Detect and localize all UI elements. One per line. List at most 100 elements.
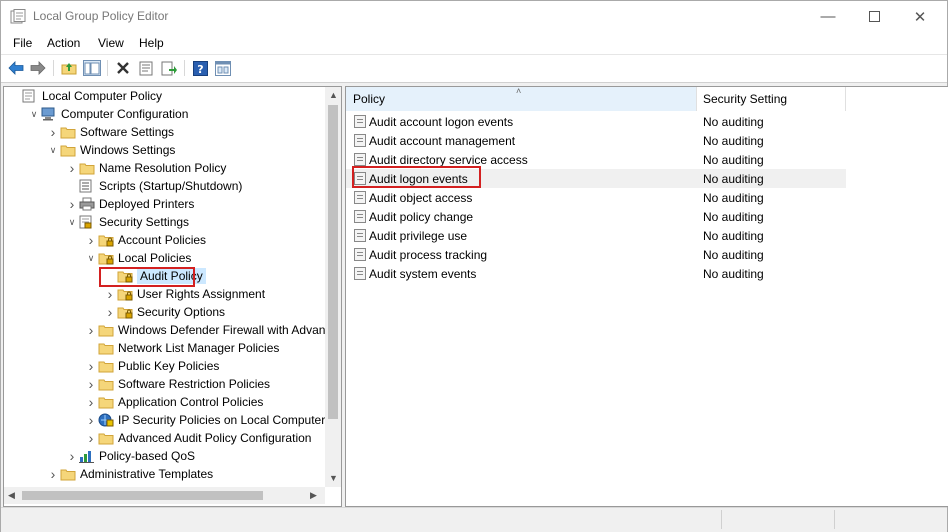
window-title: Local Group Policy Editor (33, 9, 169, 23)
tree-node-network-list-manager-policies[interactable]: Network List Manager Policies (84, 339, 279, 357)
tree-node-policy-based-qos[interactable]: › Policy-based QoS (65, 447, 195, 465)
security-icon (79, 215, 95, 229)
tree-node-security-settings[interactable]: ∨ Security Settings (65, 213, 189, 231)
collapse-chevron-icon[interactable]: ∨ (65, 217, 79, 228)
expand-chevron-icon[interactable]: › (84, 376, 98, 392)
expand-chevron-icon[interactable]: › (65, 160, 79, 176)
tree-node-label: Deployed Printers (99, 197, 195, 211)
group-policy-app-icon (10, 9, 26, 24)
toolbar-separator (107, 60, 108, 76)
minimize-button[interactable]: — (805, 1, 851, 32)
column-header-security-setting-label: Security Setting (703, 92, 788, 106)
forward-button[interactable] (29, 59, 47, 77)
policy-security-setting: No auditing (703, 191, 764, 205)
collapse-chevron-icon[interactable]: ∨ (46, 145, 60, 156)
tree-node-ip-security-policies-on-local-computer[interactable]: › IP Security Policies on Local Computer (84, 411, 326, 429)
column-header-policy[interactable]: Policy ˄ (346, 87, 697, 111)
policy-security-setting: No auditing (703, 267, 764, 281)
policy-doc-icon (22, 89, 38, 103)
policy-setting-icon (354, 267, 366, 280)
policy-security-setting: No auditing (703, 115, 764, 129)
export-list-icon (161, 61, 177, 75)
tree-node-software-restriction-policies[interactable]: › Software Restriction Policies (84, 375, 270, 393)
policy-row[interactable]: Audit policy change No auditing (346, 207, 846, 226)
collapse-chevron-icon[interactable]: ∨ (27, 109, 41, 120)
locked-folder-icon (98, 233, 114, 247)
expand-chevron-icon[interactable]: › (46, 466, 60, 482)
back-button[interactable] (7, 59, 25, 77)
expand-chevron-icon[interactable]: › (84, 430, 98, 446)
expand-chevron-icon[interactable]: › (65, 196, 79, 212)
policy-row[interactable]: Audit account management No auditing (346, 131, 846, 150)
expand-chevron-icon[interactable]: › (84, 412, 98, 428)
tree-node-windows-defender-firewall-with-advance[interactable]: › Windows Defender Firewall with Advance (84, 321, 338, 339)
expand-chevron-icon[interactable]: › (84, 322, 98, 338)
title-bar: Local Group Policy Editor — ✕ (1, 1, 947, 32)
policy-row[interactable]: Audit privilege use No auditing (346, 226, 846, 245)
expand-chevron-icon[interactable]: › (84, 358, 98, 374)
expand-chevron-icon[interactable]: › (46, 124, 60, 140)
menu-view[interactable]: View (98, 36, 124, 50)
tree-node-label: Account Policies (118, 233, 207, 247)
tree-node-scripts-startup-shutdown[interactable]: Scripts (Startup/Shutdown) (65, 177, 242, 195)
policy-row[interactable]: Audit account logon events No auditing (346, 112, 846, 131)
policy-setting-icon (354, 134, 366, 147)
tree-node-windows-settings[interactable]: ∨ Windows Settings (46, 141, 176, 159)
tree-node-label: Advanced Audit Policy Configuration (118, 431, 312, 445)
tree-node-computer-configuration[interactable]: ∨ Computer Configuration (27, 105, 189, 123)
tree-node-local-computer-policy[interactable]: Local Computer Policy (8, 87, 162, 105)
policy-name: Audit system events (369, 267, 477, 281)
scroll-up-arrow-icon[interactable]: ▲ (329, 90, 338, 100)
tree-node-administrative-templates[interactable]: › Administrative Templates (46, 465, 214, 483)
tree-node-label: Administrative Templates (80, 467, 214, 481)
expand-chevron-icon[interactable]: › (65, 448, 79, 464)
menu-file[interactable]: File (13, 36, 32, 50)
tree-node-application-control-policies[interactable]: › Application Control Policies (84, 393, 264, 411)
tree-node-security-options[interactable]: › Security Options (103, 303, 225, 321)
console-view-button[interactable] (214, 59, 232, 77)
policy-row[interactable]: Audit process tracking No auditing (346, 245, 846, 264)
column-header-security-setting[interactable]: Security Setting (697, 87, 846, 111)
show-hide-console-tree-button[interactable] (83, 59, 101, 77)
help-button[interactable]: ? (191, 59, 209, 77)
tree-vertical-scrollbar[interactable]: ▲ ▼ (325, 87, 341, 487)
tree-horizontal-scrollbar[interactable]: ◀ ▶ (4, 487, 325, 504)
delete-button[interactable] (114, 59, 132, 77)
menu-bar: File Action View Help (1, 32, 947, 54)
collapse-chevron-icon[interactable]: ∨ (84, 253, 98, 264)
close-button[interactable]: ✕ (897, 1, 943, 32)
scroll-right-arrow-icon[interactable]: ▶ (310, 490, 317, 501)
folder-icon (60, 467, 76, 481)
policy-security-setting: No auditing (703, 172, 764, 186)
tree-node-account-policies[interactable]: › Account Policies (84, 231, 206, 249)
folder-icon (79, 161, 95, 175)
tree-node-advanced-audit-policy-configuration[interactable]: › Advanced Audit Policy Configuration (84, 429, 312, 447)
maximize-button[interactable] (851, 1, 897, 32)
expand-chevron-icon[interactable]: › (84, 394, 98, 410)
policy-row[interactable]: Audit object access No auditing (346, 188, 846, 207)
scroll-left-arrow-icon[interactable]: ◀ (8, 490, 15, 501)
policy-setting-icon (354, 191, 366, 204)
properties-button[interactable] (137, 59, 155, 77)
expand-chevron-icon[interactable]: › (84, 232, 98, 248)
expand-chevron-icon[interactable]: › (103, 286, 117, 302)
tree-node-deployed-printers[interactable]: › Deployed Printers (65, 195, 195, 213)
tree-node-public-key-policies[interactable]: › Public Key Policies (84, 357, 220, 375)
tree-vertical-scroll-thumb[interactable] (328, 105, 338, 419)
tree-horizontal-scroll-thumb[interactable] (22, 491, 263, 500)
policy-row[interactable]: Audit system events No auditing (346, 264, 846, 283)
policy-setting-icon (354, 229, 366, 242)
tree-node-software-settings[interactable]: › Software Settings (46, 123, 174, 141)
up-one-level-button[interactable] (60, 59, 78, 77)
export-list-button[interactable] (160, 59, 178, 77)
tree-node-user-rights-assignment[interactable]: › User Rights Assignment (103, 285, 265, 303)
tree-node-label: Windows Settings (80, 143, 176, 157)
folder-icon (98, 377, 114, 391)
qos-chart-icon (79, 449, 95, 463)
tree-node-local-policies[interactable]: ∨ Local Policies (84, 249, 192, 267)
menu-help[interactable]: Help (139, 36, 164, 50)
menu-action[interactable]: Action (47, 36, 80, 50)
expand-chevron-icon[interactable]: › (103, 304, 117, 320)
scroll-down-arrow-icon[interactable]: ▼ (329, 473, 338, 483)
tree-node-name-resolution-policy[interactable]: › Name Resolution Policy (65, 159, 227, 177)
